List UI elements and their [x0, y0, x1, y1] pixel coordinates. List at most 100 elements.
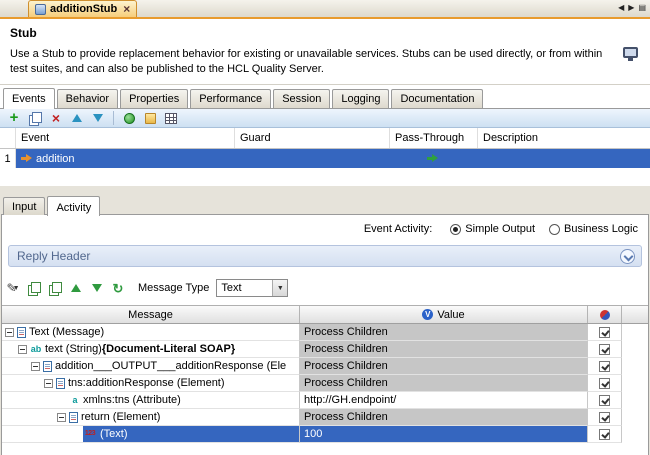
value-cell[interactable]: Process Children	[300, 375, 588, 392]
event-column-header[interactable]: Event	[16, 128, 235, 148]
tree-row-text-message[interactable]: Text (Message) Process Children	[2, 324, 648, 341]
delete-event-icon[interactable]: ×	[49, 111, 63, 125]
tree-row-tns-additionresponse[interactable]: tns:additionResponse (Element) Process C…	[2, 375, 648, 392]
guard-cell[interactable]	[235, 149, 390, 168]
tab-properties[interactable]: Properties	[120, 89, 188, 108]
tab-behavior[interactable]: Behavior	[57, 89, 118, 108]
message-cell[interactable]: tns:additionResponse (Element)	[2, 375, 300, 392]
field-actions-column-header[interactable]	[588, 306, 622, 323]
tree-row-xmlns-attribute[interactable]: xmlns:tns (Attribute) http://GH.endpoint…	[2, 392, 648, 409]
row-checkbox[interactable]	[599, 344, 610, 355]
tree-row-text-string[interactable]: text (String) {Document-Literal SOAP} Pr…	[2, 341, 648, 358]
collapse-icon[interactable]	[5, 328, 14, 337]
stub-header-section: Stub Use a Stub to provide replacement b…	[0, 19, 650, 85]
pass-through-column-header[interactable]: Pass-Through	[390, 128, 478, 148]
value-cell[interactable]: Process Children	[300, 324, 588, 341]
description-column-header[interactable]: Description	[478, 128, 650, 148]
copy-event-icon[interactable]	[28, 111, 42, 125]
message-cell[interactable]: (Text)	[2, 426, 300, 443]
message-cell[interactable]: xmlns:tns (Attribute)	[2, 392, 300, 409]
close-tab-icon[interactable]: ×	[123, 4, 130, 14]
value-type-icon	[422, 309, 433, 320]
indent	[2, 375, 44, 391]
move-up-icon[interactable]	[70, 111, 84, 125]
tab-session[interactable]: Session	[273, 89, 330, 108]
guard-column-header[interactable]: Guard	[235, 128, 390, 148]
toolbar-separator	[113, 111, 114, 125]
tab-events[interactable]: Events	[3, 88, 55, 109]
copy-message-icon[interactable]	[27, 281, 41, 295]
nav-forward-icon[interactable]: ▶	[628, 3, 634, 13]
tab-input[interactable]: Input	[3, 197, 45, 215]
tree-row-return-element[interactable]: return (Element) Process Children	[2, 409, 648, 426]
message-type-select[interactable]: Text ▼	[216, 279, 288, 297]
collapse-all-icon[interactable]	[90, 281, 104, 295]
collapse-icon[interactable]	[57, 413, 66, 422]
tab-documentation[interactable]: Documentation	[391, 89, 483, 108]
event-row-addition[interactable]: 1 addition	[0, 149, 650, 168]
maximize-view-icon[interactable]: ▤	[638, 3, 646, 13]
row-checkbox[interactable]	[599, 412, 610, 423]
collapse-icon[interactable]	[31, 362, 40, 371]
tree-row-addition-output[interactable]: addition___OUTPUT___additionResponse (El…	[2, 358, 648, 375]
reply-header-bar[interactable]: Reply Header	[8, 245, 642, 267]
message-cell[interactable]: addition___OUTPUT___additionResponse (El…	[2, 358, 300, 375]
events-toolbar: + ×	[0, 109, 650, 128]
nav-back-icon[interactable]: ◀	[618, 3, 624, 13]
value-cell[interactable]: Process Children	[300, 409, 588, 426]
refresh-glyph: ↻	[113, 282, 124, 295]
tab-performance[interactable]: Performance	[190, 89, 271, 108]
value-cell[interactable]: Process Children	[300, 358, 588, 375]
message-cell[interactable]: text (String) {Document-Literal SOAP}	[2, 341, 300, 358]
message-cell[interactable]: return (Element)	[2, 409, 300, 426]
tab-logging[interactable]: Logging	[332, 89, 389, 108]
node-label: text (String)	[45, 343, 102, 355]
radio-simple-output[interactable]: Simple Output	[450, 223, 535, 235]
row-checkbox[interactable]	[599, 327, 610, 338]
expand-all-icon[interactable]	[69, 281, 83, 295]
row-checkbox[interactable]	[599, 429, 610, 440]
edit-message-icon[interactable]: ✎▼	[6, 281, 20, 295]
dropdown-arrow-icon: ▼	[13, 285, 20, 292]
include-cell	[588, 392, 622, 409]
value-cell[interactable]: 100	[300, 426, 588, 443]
header-filler	[622, 306, 648, 323]
row-filler	[622, 426, 648, 443]
record-icon[interactable]	[122, 111, 136, 125]
paste-message-icon[interactable]	[48, 281, 62, 295]
event-cell[interactable]: addition	[16, 149, 235, 168]
tree-row-text-value[interactable]: (Text) 100	[2, 426, 648, 443]
collapse-icon[interactable]	[18, 345, 27, 354]
value-column-header[interactable]: Value	[300, 306, 588, 323]
publish-icon[interactable]	[143, 111, 157, 125]
grid-view-icon[interactable]	[164, 111, 178, 125]
paste-glyph	[49, 282, 61, 295]
event-activity-options: Event Activity: Simple Output Business L…	[364, 223, 638, 235]
chevron-down-icon[interactable]	[620, 249, 635, 264]
radio-simple-output-button[interactable]	[450, 224, 461, 235]
radio-business-logic[interactable]: Business Logic	[549, 223, 638, 235]
collapse-icon[interactable]	[44, 379, 53, 388]
combo-dropdown-icon[interactable]: ▼	[272, 280, 287, 296]
editor-tab-additionstub[interactable]: additionStub ×	[28, 0, 137, 17]
add-event-icon[interactable]: +	[7, 111, 21, 125]
description-cell[interactable]	[478, 149, 650, 168]
monitor-icon[interactable]	[623, 47, 638, 58]
up-arrow-glyph	[72, 114, 82, 122]
row-checkbox[interactable]	[599, 395, 610, 406]
value-cell[interactable]: Process Children	[300, 341, 588, 358]
tab-activity[interactable]: Activity	[47, 196, 100, 216]
value-cell[interactable]: http://GH.endpoint/	[300, 392, 588, 409]
value-header-label: Value	[437, 309, 464, 321]
row-checkbox[interactable]	[599, 361, 610, 372]
pass-through-cell[interactable]	[390, 149, 478, 168]
row-filler	[622, 392, 648, 409]
include-cell	[588, 341, 622, 358]
row-checkbox[interactable]	[599, 378, 610, 389]
radio-business-logic-button[interactable]	[549, 224, 560, 235]
refresh-icon[interactable]: ↻	[111, 281, 125, 295]
message-cell[interactable]: Text (Message)	[2, 324, 300, 341]
move-down-icon[interactable]	[91, 111, 105, 125]
message-column-header[interactable]: Message	[2, 306, 300, 323]
radio-business-logic-label: Business Logic	[564, 223, 638, 235]
